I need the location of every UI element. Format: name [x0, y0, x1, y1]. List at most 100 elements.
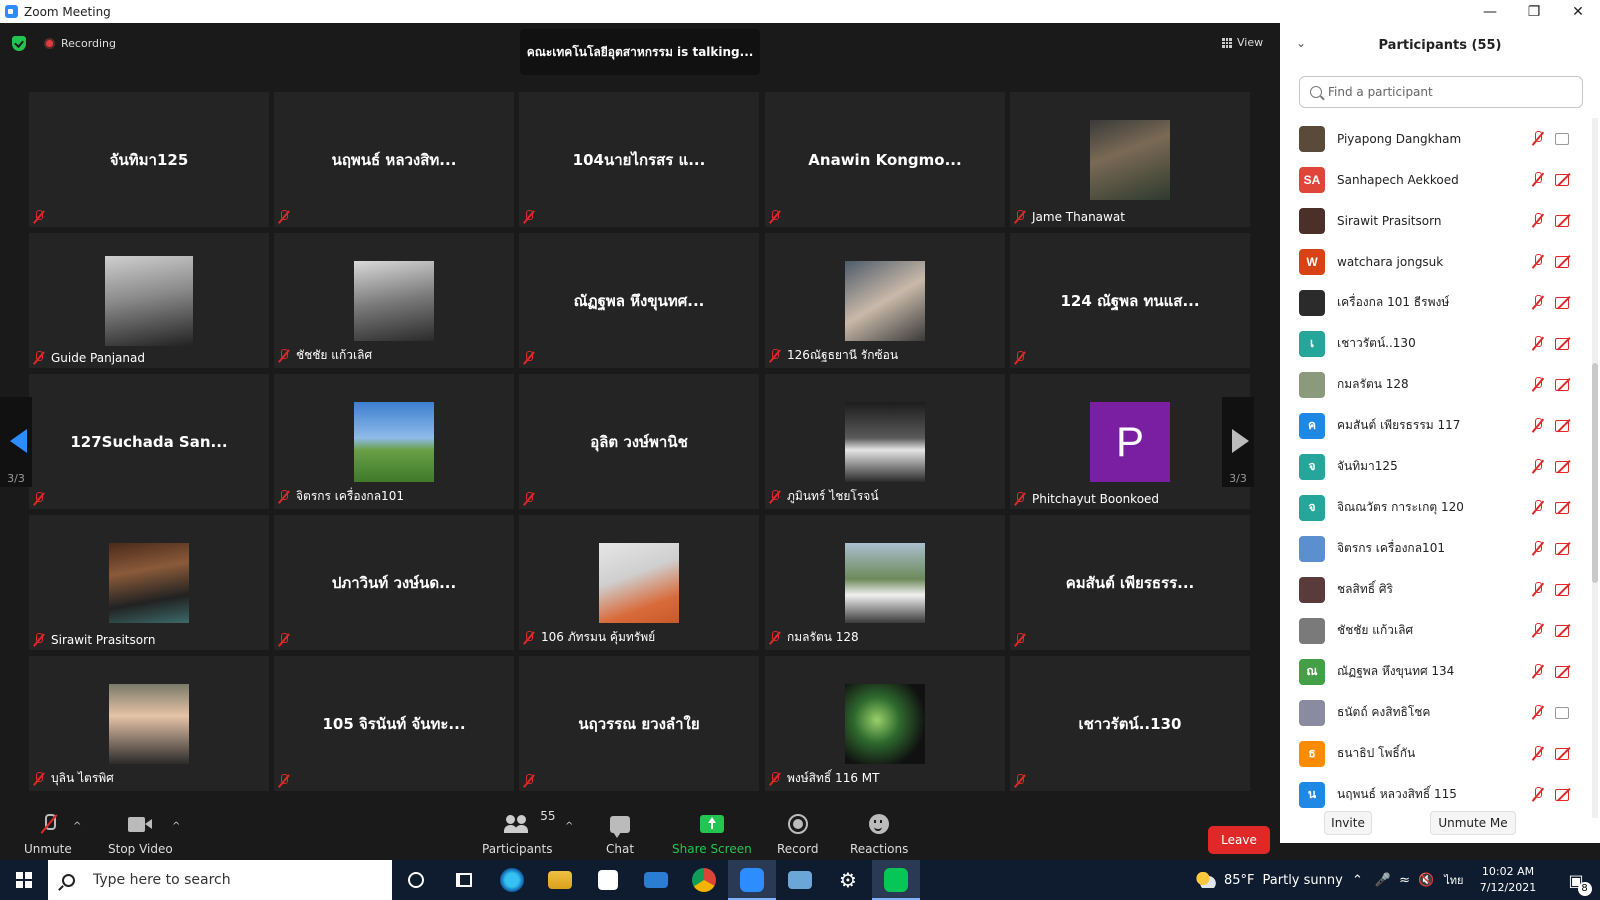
participant-row[interactable]: ชัชชัย แก้วเลิศ — [1280, 610, 1592, 651]
video-off-icon[interactable] — [1555, 501, 1573, 514]
taskbar-app-line[interactable] — [872, 860, 920, 900]
video-tile[interactable]: Anawin Kongmo... — [765, 92, 1005, 227]
mic-muted-icon[interactable] — [1532, 131, 1544, 146]
unmute-button[interactable]: Unmute — [24, 813, 72, 856]
video-tile[interactable]: P Phitchayut Boonkoed — [1010, 374, 1250, 509]
chat-button[interactable]: Chat — [606, 813, 634, 856]
participant-search[interactable] — [1299, 76, 1583, 108]
video-tile[interactable]: จิตรกร เครื่องกล101 — [274, 374, 514, 509]
video-off-icon[interactable] — [1555, 337, 1573, 350]
participant-row[interactable]: Wwatchara jongsuk — [1280, 241, 1592, 282]
video-tile[interactable]: Sirawit Prasitsorn — [29, 515, 269, 650]
video-tile[interactable]: ชัชชัย แก้วเลิศ — [274, 233, 514, 368]
video-tile[interactable]: จันทิมา125 — [29, 92, 269, 227]
participant-row[interactable]: ค คมสันต์ เพียรธรรม 117 — [1280, 405, 1592, 446]
share-screen-button[interactable]: Share Screen — [672, 813, 752, 856]
video-options-caret[interactable]: ^ — [172, 821, 180, 832]
reactions-button[interactable]: Reactions — [850, 813, 908, 856]
mic-muted-icon[interactable] — [1532, 664, 1544, 679]
video-tile[interactable]: พงษ์สิทธิ์ 116 MT — [765, 656, 1005, 791]
video-camera-icon[interactable] — [1555, 132, 1573, 145]
taskbar-app-store[interactable] — [584, 860, 632, 900]
video-tile[interactable]: 124 ณัฐพล ทนแส... — [1010, 233, 1250, 368]
video-off-icon[interactable] — [1555, 214, 1573, 227]
participant-row[interactable]: กมลรัตน 128 — [1280, 364, 1592, 405]
invite-button[interactable]: Invite — [1324, 811, 1372, 835]
participant-row[interactable]: จิตรกร เครื่องกล101 — [1280, 528, 1592, 569]
video-tile[interactable]: 127Suchada San... — [29, 374, 269, 509]
participant-row[interactable]: จ จันทิมา125 — [1280, 446, 1592, 487]
participant-row[interactable]: SA Sanhapech Aekkoed — [1280, 159, 1592, 200]
scrollbar-thumb[interactable] — [1592, 363, 1598, 583]
next-page-button[interactable]: 3/3 — [1222, 397, 1254, 487]
video-tile[interactable]: บุลิน ไตรพิศ — [29, 656, 269, 791]
microphone-icon[interactable]: 🎤 — [1375, 873, 1391, 888]
wifi-icon[interactable]: ≈ — [1399, 873, 1410, 888]
mic-muted-icon[interactable] — [1532, 459, 1544, 474]
mic-muted-icon[interactable] — [1532, 213, 1544, 228]
system-clock[interactable]: 10:02 AM 7/12/2021 — [1468, 864, 1548, 896]
task-view-button[interactable] — [440, 860, 488, 900]
video-off-icon[interactable] — [1555, 460, 1573, 473]
participant-row[interactable]: ณ ณัฏฐพล หึงขุนทศ 134 — [1280, 651, 1592, 692]
video-tile[interactable]: นฤวรรณ ยวงลำใย — [519, 656, 759, 791]
chevron-up-icon[interactable]: ⌃ — [1352, 873, 1363, 888]
taskbar-search[interactable]: Type here to search — [48, 860, 392, 900]
taskbar-app-explorer[interactable] — [536, 860, 584, 900]
video-tile[interactable]: กมลรัตน 128 — [765, 515, 1005, 650]
language-indicator[interactable]: ไทย — [1444, 871, 1463, 889]
video-off-icon[interactable] — [1555, 583, 1573, 596]
leave-button[interactable]: Leave — [1208, 826, 1270, 854]
mic-muted-icon[interactable] — [1532, 377, 1544, 392]
mic-muted-icon[interactable] — [1532, 582, 1544, 597]
mic-muted-icon[interactable] — [1532, 500, 1544, 515]
mic-muted-icon[interactable] — [1532, 418, 1544, 433]
mic-muted-icon[interactable] — [1532, 254, 1544, 269]
participant-row[interactable]: เครื่องกล 101 ธีรพงษ์ — [1280, 282, 1592, 323]
unmute-me-button[interactable]: Unmute Me — [1430, 811, 1516, 835]
notification-center-button[interactable]: ▣ 8 — [1552, 860, 1600, 900]
video-tile[interactable]: ปภาวินท์ วงษ์นด... — [274, 515, 514, 650]
mic-muted-icon[interactable] — [1532, 295, 1544, 310]
video-off-icon[interactable] — [1555, 542, 1573, 555]
video-tile[interactable]: 105 จิรนันท์ จันทะ... — [274, 656, 514, 791]
participant-row[interactable]: เ เชาวรัตน์..130 — [1280, 323, 1592, 364]
video-tile[interactable]: Jame Thanawat — [1010, 92, 1250, 227]
video-off-icon[interactable] — [1555, 788, 1573, 801]
mic-muted-icon[interactable] — [1532, 705, 1544, 720]
participant-row[interactable]: Piyapong Dangkham — [1280, 118, 1592, 159]
video-tile[interactable]: Guide Panjanad — [29, 233, 269, 368]
video-tile[interactable]: ภูมินทร์ ไชยโรจน์ — [765, 374, 1005, 509]
speaker-muted-icon[interactable]: 🔇 — [1418, 873, 1434, 888]
video-off-icon[interactable] — [1555, 624, 1573, 637]
participant-row[interactable]: ธ ธนาธิป โพธิ์กัน — [1280, 733, 1592, 774]
video-off-icon[interactable] — [1555, 296, 1573, 309]
view-button[interactable]: View — [1222, 36, 1263, 49]
video-camera-icon[interactable] — [1555, 706, 1573, 719]
video-tile[interactable]: คมสันต์ เพียรธรร... — [1010, 515, 1250, 650]
cortana-button[interactable] — [392, 860, 440, 900]
taskbar-app-edge[interactable] — [488, 860, 536, 900]
video-off-icon[interactable] — [1555, 665, 1573, 678]
video-off-icon[interactable] — [1555, 255, 1573, 268]
mic-muted-icon[interactable] — [1532, 336, 1544, 351]
video-off-icon[interactable] — [1555, 419, 1573, 432]
video-tile[interactable]: นฤพนธ์ หลวงสิท... — [274, 92, 514, 227]
taskbar-app-desktop[interactable] — [776, 860, 824, 900]
weather-widget[interactable]: 85°F Partly sunny — [1196, 860, 1343, 900]
stop-video-button[interactable]: Stop Video — [108, 813, 173, 856]
video-tile[interactable]: ณัฏฐพล หึงขุนทศ... — [519, 233, 759, 368]
taskbar-app-zoom[interactable] — [728, 860, 776, 900]
video-off-icon[interactable] — [1555, 747, 1573, 760]
record-button[interactable]: Record — [777, 813, 818, 856]
participant-search-input[interactable] — [1328, 85, 1568, 99]
mic-muted-icon[interactable] — [1532, 541, 1544, 556]
mic-muted-icon[interactable] — [1532, 623, 1544, 638]
audio-options-caret[interactable]: ^ — [73, 821, 81, 832]
minimize-button[interactable]: — — [1467, 0, 1513, 23]
video-tile[interactable]: อุลิต วงษ์พานิช — [519, 374, 759, 509]
mic-muted-icon[interactable] — [1532, 746, 1544, 761]
video-off-icon[interactable] — [1555, 173, 1573, 186]
video-off-icon[interactable] — [1555, 378, 1573, 391]
video-tile[interactable]: 104นายไกรสร แ... — [519, 92, 759, 227]
